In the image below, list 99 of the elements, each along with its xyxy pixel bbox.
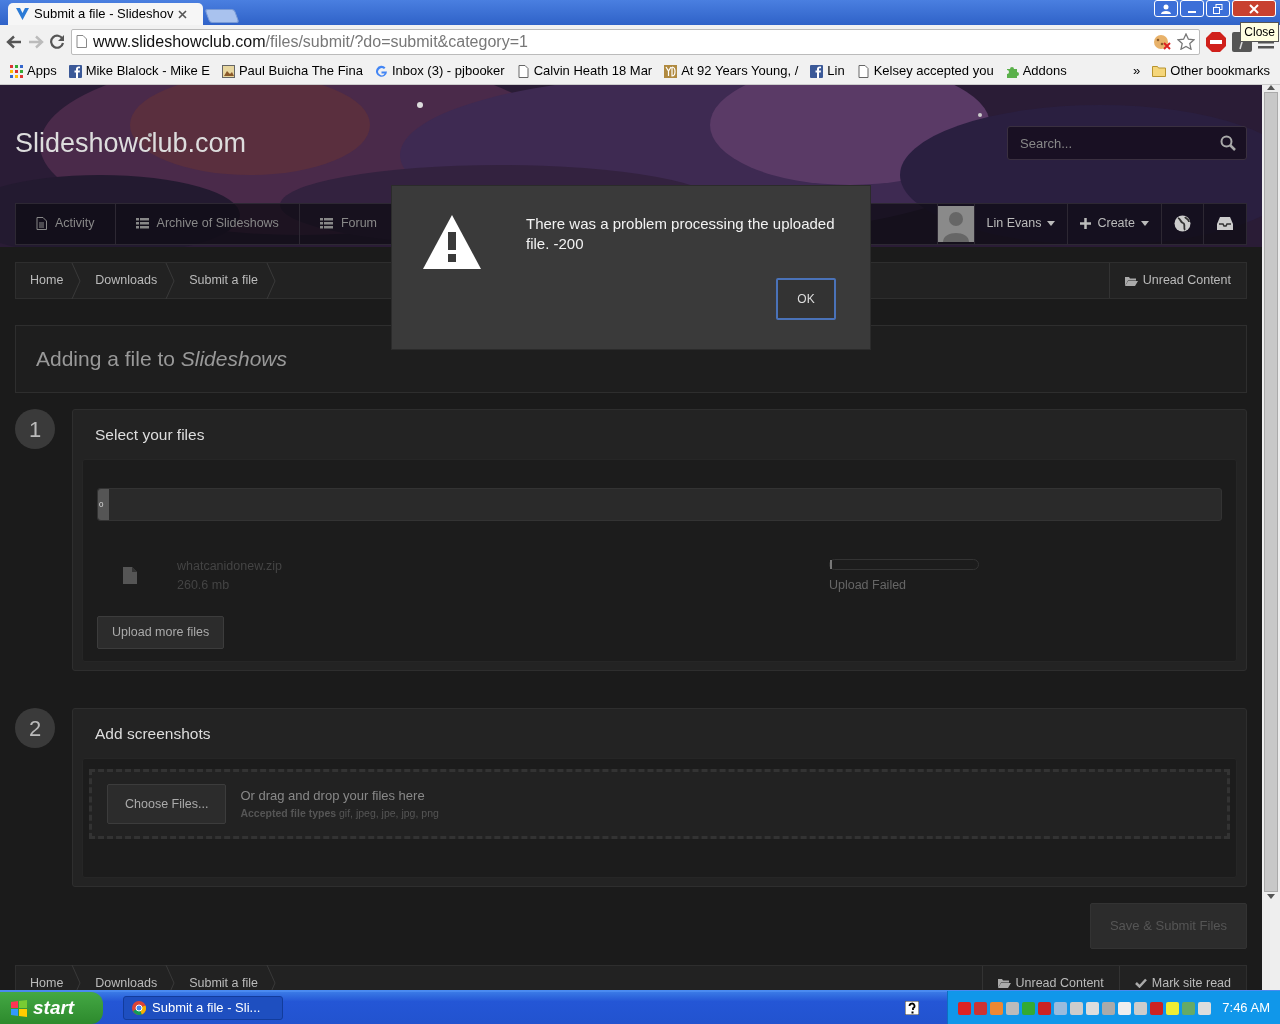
back-icon[interactable] — [6, 34, 22, 49]
progress-label: 0 — [98, 498, 104, 511]
restore-icon[interactable] — [1213, 3, 1223, 14]
check-icon — [1134, 978, 1147, 988]
more-bookmarks-button[interactable]: » — [1127, 61, 1147, 81]
breadcrumb-link[interactable]: Downloads — [81, 965, 166, 990]
forward-icon[interactable] — [28, 34, 44, 49]
tray-icon[interactable] — [1198, 1001, 1212, 1015]
star-icon[interactable] — [1177, 33, 1195, 50]
start-button[interactable]: start — [0, 992, 103, 1024]
user-icon[interactable] — [1161, 3, 1171, 14]
tray-icon[interactable] — [1054, 1001, 1068, 1015]
tray-icon[interactable] — [1102, 1001, 1116, 1015]
facebook-icon — [68, 64, 82, 78]
bookmark-folder[interactable]: Other bookmarks — [1170, 61, 1270, 81]
tray-icon[interactable] — [1134, 1001, 1148, 1015]
ok-button[interactable]: OK — [776, 278, 836, 320]
new-tab-button[interactable] — [204, 9, 240, 23]
url-text: www.slideshowclub.com/files/submit/?do=submit&category=1 — [93, 31, 528, 52]
breadcrumb-link[interactable]: Home — [16, 263, 72, 298]
bookmark-link[interactable]: Apps — [27, 61, 57, 81]
taskbar-button[interactable]: Submit a file - Sli... — [123, 996, 283, 1020]
tray-icon[interactable] — [1086, 1001, 1100, 1015]
yd-logo-icon — [664, 64, 678, 78]
create-menu[interactable]: Create — [1067, 203, 1161, 244]
bookmark-link[interactable]: Kelsey accepted you — [873, 61, 994, 81]
reload-icon[interactable] — [50, 34, 65, 49]
bookmark-link[interactable]: Inbox (3) - pjbooker — [391, 61, 505, 81]
page-icon — [76, 35, 87, 48]
bookmark-link[interactable]: Addons — [1022, 61, 1067, 81]
upload-status: Upload Failed — [828, 577, 908, 594]
picture-frame-icon — [221, 64, 235, 78]
step-number: 1 — [15, 409, 55, 449]
avatar-icon — [937, 205, 974, 242]
breadcrumb-link[interactable]: Submit a file — [175, 263, 266, 298]
tray-icon[interactable] — [1070, 1001, 1084, 1015]
step-number: 2 — [15, 708, 55, 748]
apps-icon — [10, 64, 23, 78]
unread-content-link[interactable]: Unread Content — [1108, 263, 1246, 298]
caret-icon — [1141, 221, 1149, 226]
cookie-blocked-icon[interactable] — [1153, 33, 1171, 50]
help-icon[interactable] — [905, 1001, 920, 1015]
tray-icon[interactable] — [1166, 1001, 1180, 1015]
dialog-message: There was a problem processing the uploaded file. -200 — [526, 214, 836, 254]
page-icon — [516, 64, 530, 78]
plus-icon — [1080, 218, 1092, 229]
tray-icon[interactable] — [1038, 1001, 1052, 1015]
bookmark-link[interactable]: At 92 Years Young, / — [681, 61, 799, 81]
user-menu[interactable]: Lin Evans — [973, 203, 1068, 244]
search-box[interactable]: Search... — [1007, 126, 1247, 161]
tray-icon[interactable] — [1150, 1001, 1164, 1015]
tray-icon[interactable] — [974, 1001, 988, 1015]
nav-item[interactable]: Activity — [16, 203, 116, 244]
upload-more-button[interactable]: Upload more files — [97, 616, 225, 649]
bookmark-link[interactable]: Calvin Heath 18 Mar — [533, 61, 653, 81]
page-icon — [36, 217, 47, 230]
folder-icon — [1152, 65, 1167, 77]
site-logo[interactable]: Slideshowclub.com — [15, 123, 247, 164]
puzzle-icon — [1005, 64, 1019, 78]
file-icon — [123, 567, 137, 584]
choose-files-button[interactable]: Choose Files... — [107, 783, 227, 825]
folder-icon — [997, 978, 1011, 988]
scroll-down-icon[interactable] — [1267, 894, 1275, 899]
breadcrumb-link[interactable]: Downloads — [81, 263, 166, 298]
tray-icon[interactable] — [1006, 1001, 1020, 1015]
chrome-icon — [132, 1001, 146, 1015]
page-title: Adding a file to Slideshows — [36, 346, 287, 373]
breadcrumb-link[interactable]: Home — [16, 965, 72, 990]
facebook-icon — [810, 64, 824, 78]
caret-icon — [1047, 221, 1056, 226]
clock: 7:46 AM — [1222, 999, 1270, 1018]
drop-hint: Or drag and drop your files here — [240, 787, 426, 806]
nav-item[interactable]: Archive of Slideshows — [115, 203, 300, 244]
tooltip: Close — [1240, 22, 1279, 42]
site-logo-icon — [16, 8, 29, 20]
bookmark-link[interactable]: Paul Buicha The Fina — [238, 61, 363, 81]
close-icon[interactable] — [178, 9, 188, 19]
breadcrumb-link[interactable]: Submit a file — [175, 965, 266, 990]
address-bar[interactable]: www.slideshowclub.com/files/submit/?do=submit&category=1 — [71, 28, 1200, 55]
inbox-icon[interactable] — [1216, 216, 1234, 231]
scrollbar[interactable] — [1262, 85, 1280, 990]
tray-icon[interactable] — [1118, 1001, 1132, 1015]
search-field[interactable]: Search... — [1018, 127, 1220, 160]
bookmark-link[interactable]: Mike Blalock - Mike E — [85, 61, 210, 81]
bookmark-link[interactable]: Lin — [827, 61, 845, 81]
page-icon — [856, 64, 870, 78]
windows-logo-icon — [10, 999, 28, 1017]
globe-icon[interactable] — [1174, 215, 1191, 232]
step-title: Select your files — [94, 424, 206, 445]
folder-icon — [1124, 275, 1138, 286]
step-title: Add screenshots — [94, 723, 212, 744]
list-icon — [135, 218, 149, 229]
google-icon — [374, 64, 388, 78]
search-icon[interactable] — [1220, 135, 1236, 152]
browser-tab[interactable]: Submit a file - Slideshov — [8, 3, 203, 25]
adblock-icon[interactable] — [1206, 31, 1226, 52]
warning-icon — [422, 214, 482, 270]
tray-icon[interactable] — [958, 1001, 972, 1015]
list-icon — [319, 218, 333, 229]
